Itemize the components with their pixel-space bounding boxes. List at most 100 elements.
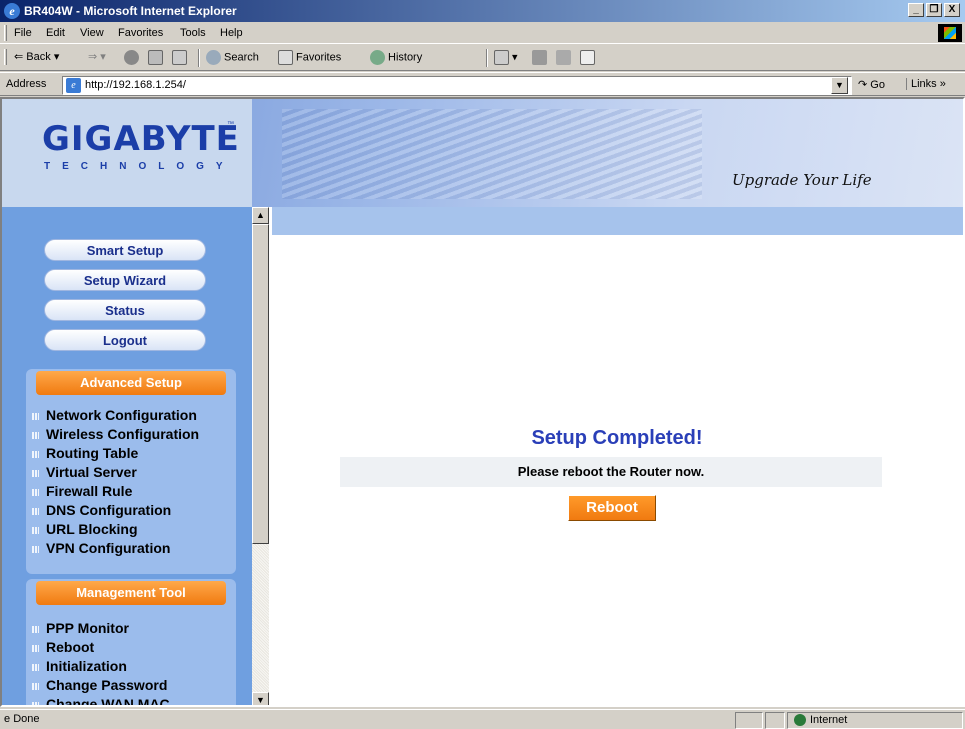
smart-setup-button[interactable]: Smart Setup (44, 239, 206, 261)
slogan: Upgrade Your Life (732, 171, 872, 189)
menu-tools[interactable]: Tools (180, 27, 206, 39)
nav-label: Initialization (46, 658, 127, 674)
nav-vpn-configuration[interactable]: VPN Configuration (32, 540, 170, 556)
nav-label: Routing Table (46, 445, 139, 461)
address-label: Address (6, 78, 47, 90)
menu-file[interactable]: File (14, 27, 32, 39)
status-panel (765, 712, 785, 729)
nav-firewall-rule[interactable]: Firewall Rule (32, 483, 132, 499)
menu-bar: File Edit View Favorites Tools Help (0, 22, 965, 44)
refresh-button[interactable] (148, 50, 166, 65)
scroll-up-button[interactable]: ▲ (252, 207, 269, 224)
nav-wireless-configuration[interactable]: Wireless Configuration (32, 426, 199, 442)
home-icon (172, 50, 187, 65)
logout-button[interactable]: Logout (44, 329, 206, 351)
bullet-icon (32, 469, 39, 477)
print-button[interactable] (532, 50, 550, 65)
toolbar: ⇐ Back ▾ ⇒ ▾ Search Favorites History ▾ (0, 45, 965, 71)
banner: GIGABYTE ™ TECHNOLOGY Upgrade Your Life (2, 99, 963, 207)
bullet-icon (32, 663, 39, 671)
logo-subtitle: TECHNOLOGY (44, 161, 235, 172)
toolbar-separator (198, 49, 200, 67)
address-input[interactable]: e http://192.168.1.254/ (62, 76, 852, 95)
toolbar-grip (4, 49, 7, 65)
address-bar: Address e http://192.168.1.254/ ▼ ↷ Go L… (0, 72, 965, 96)
scroll-thumb[interactable] (252, 224, 269, 544)
menu-favorites[interactable]: Favorites (118, 27, 163, 39)
bullet-icon (32, 412, 39, 420)
back-button[interactable]: ⇐ Back ▾ (14, 50, 59, 63)
minimize-button[interactable]: _ (908, 3, 924, 17)
title-bar: e BR404W - Microsoft Internet Explorer _… (0, 0, 965, 22)
edit-button[interactable] (556, 50, 574, 65)
home-button[interactable] (172, 50, 190, 65)
search-icon (206, 50, 221, 65)
bullet-icon (32, 431, 39, 439)
toolbar-grip (4, 25, 7, 41)
page-title: Setup Completed! (531, 427, 703, 449)
management-tool-header: Management Tool (36, 581, 226, 605)
stop-button[interactable] (124, 50, 142, 65)
status-text: e Done (4, 713, 39, 725)
nav-ppp-monitor[interactable]: PPP Monitor (32, 620, 129, 636)
favorites-label: Favorites (296, 51, 342, 64)
nav-label: PPP Monitor (46, 620, 129, 636)
favorites-button[interactable]: Favorites (278, 50, 341, 65)
forward-button[interactable]: ⇒ ▾ (88, 50, 106, 63)
gigabyte-logo: GIGABYTE (42, 119, 240, 159)
nav-label: VPN Configuration (46, 540, 171, 556)
links-button[interactable]: Links » (906, 78, 946, 90)
search-button[interactable]: Search (206, 50, 259, 65)
nav-change-wan-mac[interactable]: Change WAN MAC (32, 696, 170, 705)
maximize-button[interactable]: ❐ (926, 3, 942, 17)
nav-change-password[interactable]: Change Password (32, 677, 167, 693)
refresh-icon (148, 50, 163, 65)
keyboard-graphic (282, 109, 702, 199)
globe-icon (794, 714, 806, 727)
nav-label: Wireless Configuration (46, 426, 200, 442)
nav-label: Virtual Server (46, 464, 137, 480)
print-icon (532, 50, 547, 65)
address-dropdown-button[interactable]: ▼ (831, 77, 848, 94)
toolbar-separator (486, 49, 488, 67)
setup-wizard-button[interactable]: Setup Wizard (44, 269, 206, 291)
status-panel (735, 712, 763, 729)
discuss-icon (580, 50, 595, 65)
nav-network-configuration[interactable]: Network Configuration (32, 407, 197, 423)
nav-dns-configuration[interactable]: DNS Configuration (32, 502, 171, 518)
nav-label: Network Configuration (46, 407, 197, 423)
reboot-button[interactable]: Reboot (568, 495, 656, 521)
discuss-button[interactable] (580, 50, 598, 65)
bullet-icon (32, 625, 39, 633)
nav-reboot[interactable]: Reboot (32, 639, 94, 655)
nav-initialization[interactable]: Initialization (32, 658, 127, 674)
scroll-down-button[interactable]: ▼ (252, 692, 269, 705)
mail-button[interactable]: ▾ (494, 50, 518, 65)
nav-routing-table[interactable]: Routing Table (32, 445, 138, 461)
zone-label: Internet (810, 714, 848, 726)
go-label: Go (870, 79, 885, 91)
go-arrow-icon: ↷ (858, 79, 868, 91)
nav-scrollbar[interactable]: ▲ ▼ (252, 207, 269, 705)
menu-help[interactable]: Help (220, 27, 243, 39)
trademark-mark: ™ (227, 121, 234, 128)
bullet-icon (32, 682, 39, 690)
menu-edit[interactable]: Edit (46, 27, 65, 39)
history-icon (370, 50, 385, 65)
go-button[interactable]: ↷ Go (858, 78, 885, 91)
bullet-icon (32, 545, 39, 553)
close-button[interactable]: X (944, 3, 960, 17)
status-button[interactable]: Status (44, 299, 206, 321)
reboot-message: Please reboot the Router now. (340, 457, 882, 487)
bullet-icon (32, 644, 39, 652)
page-icon: e (66, 78, 81, 93)
advanced-setup-header: Advanced Setup (36, 371, 226, 395)
bullet-icon (32, 507, 39, 515)
back-label: Back (26, 51, 51, 63)
nav-label: Reboot (46, 639, 95, 655)
nav-virtual-server[interactable]: Virtual Server (32, 464, 137, 480)
nav-url-blocking[interactable]: URL Blocking (32, 521, 138, 537)
history-button[interactable]: History (370, 50, 422, 65)
zone-panel: Internet (787, 712, 963, 729)
menu-view[interactable]: View (80, 27, 104, 39)
